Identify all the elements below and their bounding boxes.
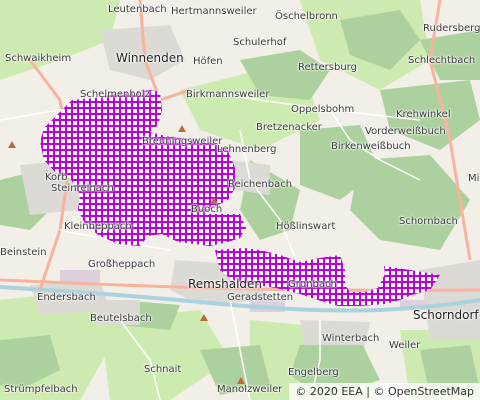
- place-label-schorndorf: Schorndorf: [413, 308, 479, 322]
- place-label-lehnenberg: Lehnenberg: [217, 144, 277, 155]
- place-label-winterbach: Winterbach: [322, 333, 380, 344]
- place-label-hertmannsweiler: Hertmannsweiler: [171, 6, 257, 17]
- place-label-korb: Korb: [45, 172, 68, 183]
- place-label-reichenbach: Reichenbach: [228, 179, 293, 190]
- attribution-osm[interactable]: © OpenStreetMap: [373, 385, 474, 398]
- place-label-grossheppach: Großheppach: [88, 259, 156, 270]
- place-label-schornbach: Schornbach: [399, 216, 458, 227]
- place-label-buoch: Buoch: [191, 204, 223, 215]
- place-label-vorderweissbuch: Vorderweißbuch: [365, 126, 446, 137]
- place-label-remshalden: Remshalden: [188, 277, 263, 291]
- attribution-separator: |: [366, 385, 370, 398]
- place-label-schwaikheim: Schwaikheim: [5, 53, 72, 64]
- place-label-rettersburg: Rettersburg: [298, 62, 357, 73]
- place-label-weiler: Weiler: [389, 340, 421, 351]
- place-label-kleinheppach: Kleinheppach: [64, 221, 132, 232]
- map-attribution: © 2020 EEA | © OpenStreetMap: [289, 383, 480, 400]
- place-label-beutelsbach: Beutelsbach: [90, 313, 152, 324]
- place-label-struempfelbach: Strümpfelbach: [4, 384, 78, 395]
- place-label-rudersberg: Rudersberg: [423, 23, 480, 34]
- place-label-leutenbach: Leutenbach: [108, 4, 167, 15]
- place-label-oppelsbohm: Oppelsbohm: [291, 104, 355, 115]
- place-label-krehwinkel: Krehwinkel: [396, 109, 451, 120]
- place-label-bretzenacker: Bretzenacker: [256, 122, 322, 133]
- place-label-geradstetten: Geradstetten: [227, 292, 294, 303]
- place-label-schulerhof: Schulerhof: [233, 37, 287, 48]
- place-label-grunbach: Grunbach: [288, 279, 337, 290]
- place-label-schnait: Schnait: [144, 364, 182, 375]
- place-label-manolzweiler: Manolzweiler: [217, 384, 283, 395]
- place-label-mi: Mi: [468, 173, 480, 184]
- place-label-endersbach: Endersbach: [37, 292, 96, 303]
- place-label-hoefen: Höfen: [193, 56, 223, 67]
- place-label-beinstein: Beinstein: [0, 247, 47, 258]
- map-view[interactable]: Leutenbach Hertmannsweiler Öschelbronn R…: [0, 0, 480, 400]
- place-label-breuningsweiler: Breuningsweiler: [142, 136, 223, 147]
- place-label-winnenden: Winnenden: [116, 51, 184, 65]
- place-label-engelberg: Engelberg: [288, 367, 339, 378]
- place-label-birkmannsweiler: Birkmannsweiler: [186, 89, 270, 100]
- place-label-schlechtbach: Schlechtbach: [408, 55, 476, 66]
- place-label-hoesslinswart: Hößlinswart: [276, 221, 336, 232]
- place-label-steinreinach: Steinreinach: [51, 183, 114, 194]
- place-label-schelmenholz: Schelmenholz: [80, 89, 150, 100]
- place-label-birkenweissbuch: Birkenweißbuch: [331, 141, 411, 152]
- place-label-oeschelbronn: Öschelbronn: [275, 11, 338, 22]
- attribution-eea[interactable]: © 2020 EEA: [295, 385, 362, 398]
